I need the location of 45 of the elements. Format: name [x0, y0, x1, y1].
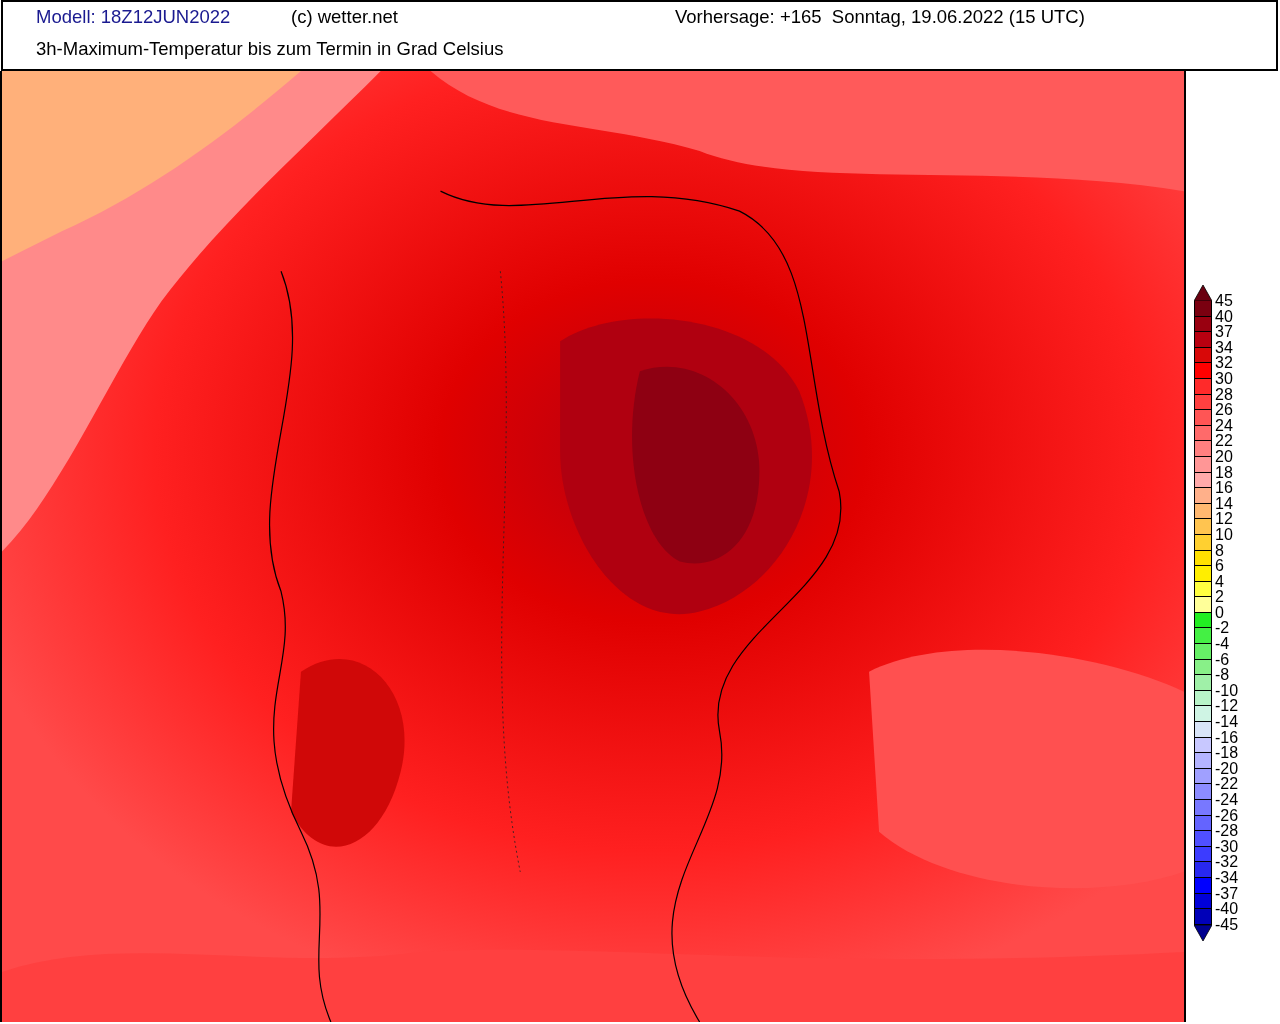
colorbar-label: -6 [1215, 651, 1231, 668]
colorbar-label: -30 [1215, 838, 1239, 855]
colorbar-label: -20 [1215, 760, 1239, 777]
colorbar-label: -34 [1215, 869, 1239, 886]
colorbar-label: -16 [1215, 729, 1239, 746]
colorbar-label: -28 [1215, 823, 1239, 839]
colorbar-label: -40 [1215, 901, 1239, 917]
colorbar-label: -22 [1215, 776, 1239, 792]
colorbar-label: 10 [1215, 526, 1234, 543]
colorbar-label: 26 [1215, 402, 1234, 418]
forecast-time-label: Vorhersage: +165 Sonntag, 19.06.2022 (15 UTC) [675, 6, 1085, 28]
colorbar-label: 16 [1215, 480, 1234, 496]
colorbar-label: -10 [1215, 682, 1239, 699]
colorbar-label: -24 [1215, 792, 1239, 808]
colorbar-label: -26 [1215, 807, 1239, 824]
colorbar-label: -45 [1215, 916, 1239, 933]
colorbar-label: 28 [1215, 386, 1234, 403]
colorbar-label: -2 [1215, 620, 1231, 637]
colorbar-label: 34 [1215, 339, 1234, 356]
colorbar-label: -8 [1215, 667, 1231, 683]
colorbar-label: 18 [1215, 464, 1234, 481]
colorbar-label: 6 [1215, 558, 1225, 574]
colorbar-label: -4 [1215, 636, 1231, 652]
colorbar-label: 8 [1215, 542, 1225, 559]
colorbar-label: 20 [1215, 448, 1234, 465]
colorbar-label: 45 [1215, 293, 1234, 309]
colorbar-label: 37 [1215, 324, 1234, 340]
copyright-label: (c) wetter.net [291, 6, 399, 28]
colorbar-label: 2 [1215, 589, 1225, 605]
colorbar-label: 14 [1215, 495, 1234, 512]
map-title: 3h-Maximum-Temperatur bis zum Termin in Grad Celsius [36, 38, 504, 59]
colorbar-label: -18 [1215, 745, 1239, 761]
colorbar-label: 24 [1215, 417, 1234, 434]
colorbar-label: 0 [1215, 604, 1225, 621]
colorbar-label: 22 [1215, 433, 1234, 449]
colorbar-label: -37 [1215, 885, 1239, 902]
model-run-label: Modell: 18Z12JUN2022 [36, 6, 232, 28]
colorbar-label: 30 [1215, 370, 1234, 387]
colorbar-label: 4 [1215, 573, 1225, 590]
colorbar-label: -14 [1215, 714, 1239, 730]
colorbar-label: -32 [1215, 854, 1239, 870]
colorbar-label: 12 [1215, 511, 1234, 527]
colorbar-label: -12 [1215, 698, 1239, 715]
colorbar-label: 32 [1215, 355, 1234, 371]
colorbar-label: 40 [1215, 308, 1234, 325]
